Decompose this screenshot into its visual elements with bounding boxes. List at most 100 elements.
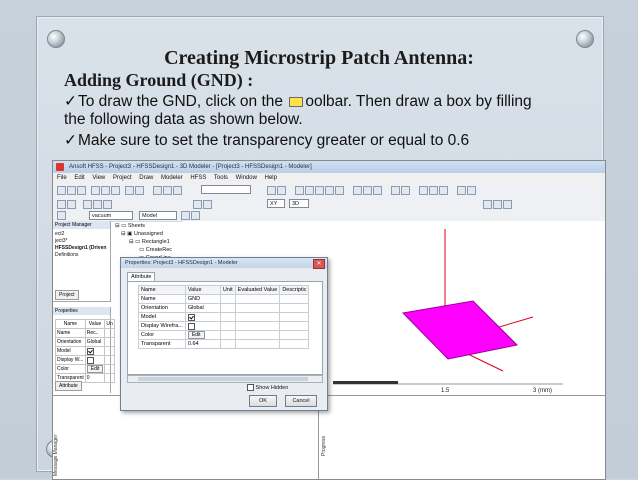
fit-selection-icon[interactable]: [103, 200, 112, 209]
cell[interactable]: [184, 321, 221, 331]
tab-project[interactable]: Project: [55, 290, 79, 300]
pan-icon[interactable]: [163, 186, 172, 195]
model-checkbox[interactable]: [86, 347, 94, 355]
menu-hfss[interactable]: HFSS: [190, 175, 206, 181]
view-select[interactable]: 3D: [289, 199, 309, 208]
table-row[interactable]: Name Rec..: [55, 328, 115, 338]
close-icon[interactable]: ✕: [313, 259, 325, 269]
table-row[interactable]: Transparent 0.64: [138, 339, 310, 349]
excitation-icon[interactable]: [503, 200, 512, 209]
cylinder-icon[interactable]: [305, 186, 314, 195]
rectangle-icon[interactable]: [325, 186, 334, 195]
horizontal-scrollbar[interactable]: [127, 375, 323, 383]
show-hidden-checkbox[interactable]: [247, 384, 254, 391]
cell[interactable]: Rec..: [84, 328, 106, 338]
table-row[interactable]: Display W...: [55, 355, 115, 365]
box-icon[interactable]: [295, 186, 304, 195]
object-icon[interactable]: [57, 211, 66, 220]
menu-view[interactable]: View: [92, 175, 105, 181]
cell[interactable]: Global: [84, 337, 106, 347]
scroll-thumb[interactable]: [138, 377, 308, 381]
boundary-icon[interactable]: [493, 200, 502, 209]
menu-edit[interactable]: Edit: [74, 175, 84, 181]
show-hidden-option[interactable]: Show Hidden: [247, 384, 288, 391]
tab-attribute[interactable]: Attribute: [55, 381, 82, 391]
analyze-icon[interactable]: [401, 186, 410, 195]
redo-icon[interactable]: [135, 186, 144, 195]
snap-icon[interactable]: [277, 186, 286, 195]
cell[interactable]: Edit: [184, 330, 221, 340]
color-edit-button[interactable]: Edit: [86, 365, 104, 373]
toolbar-combo-empty[interactable]: [201, 185, 251, 194]
tree-item-sheets[interactable]: ⊟ ▭ Sheets: [115, 223, 145, 229]
table-row[interactable]: Model: [55, 346, 115, 356]
sphere-icon[interactable]: [315, 186, 324, 195]
subtract-icon[interactable]: [363, 186, 372, 195]
menu-tools[interactable]: Tools: [214, 175, 228, 181]
menu-modeler[interactable]: Modeler: [161, 175, 183, 181]
menu-help[interactable]: Help: [265, 175, 277, 181]
project-tree-item[interactable]: ject3*: [55, 238, 68, 244]
save-icon[interactable]: [77, 186, 86, 195]
project-tree-item[interactable]: Definitions: [55, 252, 78, 258]
name-value-cell[interactable]: GND: [184, 294, 221, 304]
new-icon[interactable]: [57, 186, 66, 195]
line-icon[interactable]: [419, 186, 428, 195]
undo-icon[interactable]: [125, 186, 134, 195]
plane-select[interactable]: XY: [267, 199, 285, 208]
table-row[interactable]: Color Edit: [138, 330, 310, 340]
tree-item-unassigned[interactable]: ⊟ ▣ Unassigned: [121, 231, 163, 237]
model-select[interactable]: Model: [139, 211, 177, 220]
grid-icon[interactable]: [267, 186, 276, 195]
select-icon[interactable]: [57, 200, 66, 209]
rotate-icon[interactable]: [173, 186, 182, 195]
measure-icon[interactable]: [457, 186, 466, 195]
unite-icon[interactable]: [353, 186, 362, 195]
cut-icon[interactable]: [91, 186, 100, 195]
wireframe-checkbox[interactable]: [187, 322, 195, 330]
open-icon[interactable]: [67, 186, 76, 195]
cell[interactable]: [84, 346, 106, 356]
ok-button[interactable]: OK: [249, 395, 277, 407]
validate-icon[interactable]: [391, 186, 400, 195]
project-tree-item[interactable]: ect2: [55, 231, 64, 237]
zoom-icon[interactable]: [153, 186, 162, 195]
project-tree-item[interactable]: HFSSDesign1 (Driven: [55, 245, 106, 251]
coordinate-icon[interactable]: [467, 186, 476, 195]
transparent-value-cell[interactable]: 0.64: [184, 339, 221, 349]
orientation-value-cell[interactable]: Global: [184, 303, 221, 313]
table-row[interactable]: Orientation Global: [55, 337, 115, 347]
cell[interactable]: [84, 355, 106, 365]
spline-icon[interactable]: [439, 186, 448, 195]
table-row[interactable]: Name GND: [138, 294, 310, 304]
menu-file[interactable]: File: [57, 175, 67, 181]
transparency-icon[interactable]: [191, 211, 200, 220]
copy-icon[interactable]: [101, 186, 110, 195]
intersect-icon[interactable]: [373, 186, 382, 195]
ground-patch[interactable]: [401, 300, 519, 360]
table-row[interactable]: Model: [138, 312, 310, 322]
arc-icon[interactable]: [429, 186, 438, 195]
model-checkbox[interactable]: [187, 313, 195, 321]
menu-window[interactable]: Window: [236, 175, 257, 181]
table-row[interactable]: Orientation Global: [138, 303, 310, 313]
cell[interactable]: Edit: [84, 364, 106, 374]
material-select[interactable]: vacuum: [89, 211, 133, 220]
table-row[interactable]: Color Edit: [55, 364, 115, 374]
color-edit-button[interactable]: Edit: [187, 331, 205, 339]
cancel-button[interactable]: Cancel: [285, 395, 317, 407]
orbit-icon[interactable]: [83, 200, 92, 209]
face-cs-icon[interactable]: [203, 200, 212, 209]
object-color-icon[interactable]: [181, 211, 190, 220]
circle-icon[interactable]: [335, 186, 344, 195]
menu-draw[interactable]: Draw: [139, 175, 153, 181]
cell[interactable]: [184, 312, 221, 322]
tree-item-create-rect[interactable]: ▭ CreateRec: [139, 247, 172, 253]
solution-icon[interactable]: [483, 200, 492, 209]
menu-project[interactable]: Project: [113, 175, 132, 181]
table-row[interactable]: Display Wirefra...: [138, 321, 310, 331]
cell[interactable]: 0: [84, 373, 106, 383]
fit-all-icon[interactable]: [93, 200, 102, 209]
help-icon[interactable]: [67, 200, 76, 209]
wireframe-checkbox[interactable]: [86, 356, 94, 364]
